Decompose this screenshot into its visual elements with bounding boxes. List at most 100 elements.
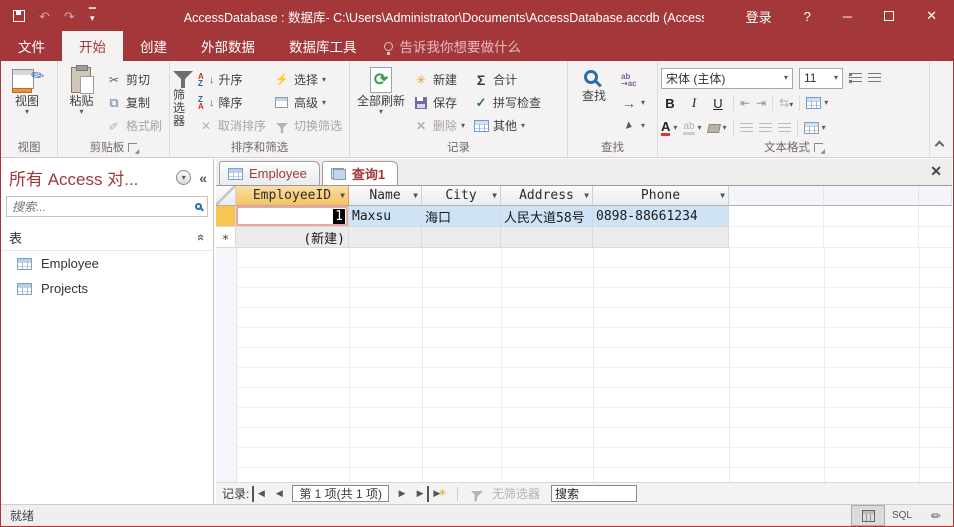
text-format-dialog-launcher-icon[interactable] — [814, 143, 823, 152]
filter-button[interactable]: 筛选器 — [173, 63, 194, 128]
column-dropdown-icon[interactable]: ▼ — [584, 191, 589, 200]
tab-home[interactable]: 开始 — [62, 31, 123, 61]
sort-ascending-button[interactable]: AZ↓升序 — [194, 68, 270, 91]
increase-indent-icon[interactable]: ⇥ — [756, 96, 766, 110]
all-objects-dropdown-icon[interactable]: ▾ — [176, 170, 191, 185]
goto-button[interactable]: ▾ — [617, 91, 649, 114]
font-color-button[interactable]: A▾ — [661, 120, 677, 136]
clipboard-dialog-launcher-icon[interactable] — [128, 143, 137, 152]
column-dropdown-icon[interactable]: ▼ — [340, 191, 345, 200]
new-record-selector[interactable]: ∗ — [216, 227, 236, 248]
find-button[interactable]: 查找 — [571, 63, 617, 103]
minimize-button[interactable]: ─ — [827, 1, 868, 31]
gridlines-button[interactable]: ▾ — [806, 97, 828, 109]
italic-button[interactable]: I — [685, 95, 703, 111]
search-icon[interactable] — [195, 203, 202, 210]
alternate-row-color-button[interactable]: ▾ — [804, 122, 826, 134]
tab-database-tools[interactable]: 数据库工具 — [272, 31, 374, 61]
column-header-phone[interactable]: Phone▼ — [593, 186, 729, 206]
paste-button[interactable]: 粘贴▾ — [61, 63, 102, 116]
font-name-combobox[interactable]: 宋体 (主体)▾ — [661, 68, 793, 89]
align-right-icon[interactable] — [778, 123, 791, 133]
replace-button[interactable]: ab⇢ac — [617, 68, 649, 91]
column-dropdown-icon[interactable]: ▼ — [413, 191, 418, 200]
column-dropdown-icon[interactable]: ▼ — [720, 191, 725, 200]
tab-external-data[interactable]: 外部数据 — [184, 31, 272, 61]
bullets-icon[interactable] — [849, 73, 862, 83]
customize-qat-icon[interactable]: ▔▾ — [89, 11, 96, 21]
select-all-corner[interactable] — [216, 186, 236, 206]
collapse-ribbon-icon[interactable] — [935, 141, 945, 151]
column-header-address[interactable]: Address▼ — [501, 186, 593, 206]
save-icon[interactable] — [13, 10, 25, 22]
column-header-city[interactable]: City▼ — [422, 186, 501, 206]
more-button[interactable]: 其他▾ — [469, 114, 545, 137]
cell-name[interactable]: Maxsu — [349, 206, 422, 227]
datasheet-view-button[interactable] — [851, 505, 885, 526]
view-button[interactable]: ✏ 视图▾ — [4, 63, 50, 116]
row-selector-current[interactable] — [216, 206, 236, 227]
record-position-box[interactable]: 第 1 项(共 1 项) — [292, 485, 389, 502]
redo-icon[interactable]: ↷ — [64, 10, 75, 23]
nav-group-tables[interactable]: 表 « — [1, 223, 213, 251]
shutter-collapse-icon[interactable]: « — [199, 170, 207, 186]
no-filter-button[interactable]: 无筛选器 — [467, 485, 540, 502]
first-record-icon[interactable]: ◀ — [252, 486, 268, 502]
numbering-icon[interactable] — [868, 73, 881, 83]
nav-search-box[interactable] — [6, 196, 208, 217]
underline-button[interactable]: U — [709, 96, 727, 111]
tab-create[interactable]: 创建 — [123, 31, 184, 61]
new-record-button[interactable]: 新建 — [409, 68, 469, 91]
bold-button[interactable]: B — [661, 96, 679, 111]
new-record-cell[interactable] — [422, 227, 501, 248]
new-blank-record-icon[interactable]: ▶✳ — [432, 486, 448, 502]
doc-tab-employee[interactable]: Employee — [219, 161, 320, 185]
text-direction-icon[interactable]: ⇆▾ — [779, 96, 793, 110]
last-record-icon[interactable]: ▶ — [413, 486, 429, 502]
select-button[interactable]: ▾ — [617, 114, 649, 137]
format-painter-button[interactable]: 格式刷 — [102, 114, 166, 137]
next-record-icon[interactable]: ▶ — [394, 486, 410, 502]
column-header-name[interactable]: Name▼ — [349, 186, 422, 206]
save-record-button[interactable]: 保存 — [409, 91, 469, 114]
cut-button[interactable]: 剪切 — [102, 68, 166, 91]
record-search-input[interactable] — [551, 485, 637, 502]
selection-button[interactable]: 选择▾ — [270, 68, 346, 91]
nav-item-employee[interactable]: Employee — [1, 251, 213, 276]
copy-button[interactable]: 复制 — [102, 91, 166, 114]
tell-me-box[interactable]: 告诉我你想要做什么 — [374, 31, 532, 61]
new-record-cell[interactable] — [593, 227, 729, 248]
delete-record-button[interactable]: 删除▾ — [409, 114, 469, 137]
doc-tab-query1[interactable]: 查询1 — [322, 161, 398, 185]
collapse-group-icon[interactable]: « — [194, 234, 209, 241]
decrease-indent-icon[interactable]: ⇤ — [740, 96, 750, 110]
cell-address[interactable]: 人民大道58号 — [501, 206, 593, 227]
totals-button[interactable]: 合计 — [469, 68, 545, 91]
column-header-employeeid[interactable]: EmployeeID▼ — [236, 186, 349, 206]
nav-pane-title[interactable]: 所有 Access 对... — [9, 165, 176, 190]
undo-icon[interactable]: ↶ — [39, 10, 50, 23]
advanced-filter-button[interactable]: 高级▾ — [270, 91, 346, 114]
column-dropdown-icon[interactable]: ▼ — [492, 191, 497, 200]
design-view-button[interactable]: ✏ — [919, 505, 953, 526]
cell-city[interactable]: 海口 — [422, 206, 501, 227]
previous-record-icon[interactable]: ◀ — [271, 486, 287, 502]
nav-item-projects[interactable]: Projects — [1, 276, 213, 301]
help-button[interactable]: ? — [788, 1, 827, 31]
new-record-cell[interactable] — [349, 227, 422, 248]
highlight-button[interactable]: ab▾ — [683, 122, 701, 135]
font-size-dropdown-icon[interactable]: ▾ — [828, 74, 838, 82]
remove-sort-button[interactable]: 取消排序 — [194, 114, 270, 137]
toggle-filter-button[interactable]: 切换筛选 — [270, 114, 346, 137]
new-record-cell[interactable]: (新建) — [236, 227, 349, 248]
align-left-icon[interactable] — [740, 123, 753, 133]
maximize-button[interactable] — [868, 1, 910, 31]
align-center-icon[interactable] — [759, 123, 772, 133]
fill-color-button[interactable]: ▾ — [708, 124, 727, 133]
nav-search-input[interactable] — [12, 200, 195, 214]
sort-descending-button[interactable]: ZA↓降序 — [194, 91, 270, 114]
font-name-dropdown-icon[interactable]: ▾ — [778, 74, 788, 82]
new-record-cell[interactable] — [501, 227, 593, 248]
sql-view-button[interactable]: SQL — [885, 505, 919, 526]
close-document-icon[interactable]: ✕ — [930, 163, 942, 180]
